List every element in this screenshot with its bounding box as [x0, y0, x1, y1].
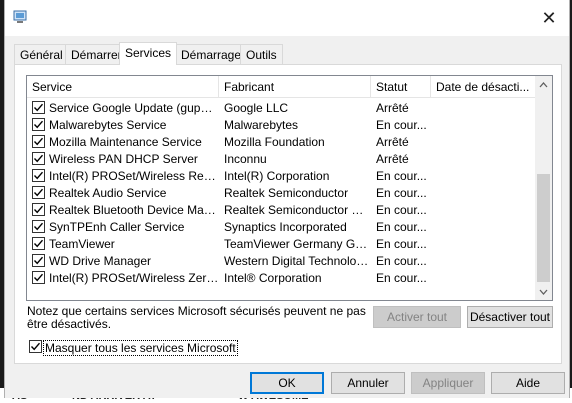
close-icon: ✕	[541, 7, 557, 28]
service-checkbox[interactable]	[32, 169, 45, 182]
column-header-fabricant[interactable]: Fabricant	[219, 76, 371, 98]
apply-button[interactable]: Appliquer	[411, 372, 485, 394]
msconfig-app-icon	[13, 10, 27, 24]
service-status: En cour...	[376, 254, 427, 268]
table-row[interactable]: SynTPEnh Caller Service Synaptics Incorpo…	[27, 218, 535, 235]
service-status: En cour...	[376, 220, 427, 234]
scroll-down-button[interactable]	[535, 283, 552, 300]
service-checkbox[interactable]	[32, 135, 45, 148]
service-status: En cour...	[376, 118, 427, 132]
service-status: En cour...	[376, 186, 427, 200]
checkmark-icon	[33, 205, 44, 214]
service-name: Realtek Audio Service	[49, 186, 167, 200]
service-maker: Intel(R) Corporation	[224, 169, 330, 183]
service-checkbox[interactable]	[32, 152, 45, 165]
service-checkbox[interactable]	[32, 118, 45, 131]
table-row[interactable]: Realtek Audio Service Realtek Semiconduct…	[27, 184, 535, 201]
service-maker: Google LLC	[224, 101, 289, 115]
checkmark-icon	[33, 103, 44, 112]
service-name: TeamViewer	[49, 237, 115, 251]
service-status: En cour...	[376, 237, 427, 251]
service-name: Malwarebytes Service	[49, 118, 167, 132]
service-maker: Intel® Corporation	[224, 271, 322, 285]
ok-button[interactable]: OK	[250, 372, 324, 394]
tab-general[interactable]: Général	[14, 44, 69, 64]
scroll-thumb[interactable]	[537, 174, 550, 282]
service-name: SynTPEnh Caller Service	[49, 220, 185, 234]
service-name: Intel(R) PROSet/Wireless Zero C...	[49, 271, 219, 285]
checkmark-icon	[30, 342, 41, 351]
table-row[interactable]: Service Google Update (gupdatem) Google L…	[27, 99, 535, 116]
service-status: En cour...	[376, 169, 427, 183]
chevron-up-icon	[539, 81, 548, 87]
scroll-up-button[interactable]	[535, 76, 552, 93]
checkmark-icon	[33, 188, 44, 197]
table-row[interactable]: Intel(R) PROSet/Wireless Regist... Intel(…	[27, 167, 535, 184]
service-checkbox[interactable]	[32, 271, 45, 284]
system-configuration-dialog: ✕ Général Démarrer Services Démarrage Ou…	[4, 0, 570, 398]
column-header-service[interactable]: Service	[27, 76, 219, 98]
service-maker: Mozilla Foundation	[224, 135, 325, 149]
table-row[interactable]: WD Drive Manager Western Digital Technolo…	[27, 252, 535, 269]
hide-microsoft-services-label: Masquer tous les services Microsoft	[43, 340, 238, 356]
service-name: Mozilla Maintenance Service	[49, 135, 202, 149]
service-checkbox[interactable]	[32, 220, 45, 233]
service-status: En cour...	[376, 271, 427, 285]
dialog-footer: OK Annuler Appliquer Aide	[5, 364, 569, 398]
table-row[interactable]: TeamViewer TeamViewer Germany GmbH En cour…	[27, 235, 535, 252]
service-name: WD Drive Manager	[49, 254, 152, 268]
checkmark-icon	[33, 120, 44, 129]
checkmark-icon	[33, 273, 44, 282]
table-row[interactable]: Realtek Bluetooth Device Manag... Realtek…	[27, 201, 535, 218]
column-header-date[interactable]: Date de désacti...	[431, 76, 535, 98]
chevron-down-icon	[539, 289, 548, 295]
close-button[interactable]: ✕	[529, 0, 569, 36]
title-bar: ✕	[5, 0, 569, 36]
help-button[interactable]: Aide	[491, 372, 565, 394]
service-maker: Synaptics Incorporated	[224, 220, 347, 234]
tab-services[interactable]: Services	[119, 42, 178, 65]
service-status: En cour...	[376, 203, 427, 217]
tab-outils[interactable]: Outils	[240, 44, 283, 64]
service-name: Intel(R) PROSet/Wireless Regist...	[49, 169, 219, 183]
service-name: Service Google Update (gupdatem)	[49, 101, 219, 115]
service-checkbox[interactable]	[32, 254, 45, 267]
table-row[interactable]: Mozilla Maintenance Service Mozilla Found…	[27, 133, 535, 150]
microsoft-services-note: Notez que certains services Microsoft sé…	[27, 304, 366, 331]
checkmark-icon	[33, 239, 44, 248]
service-maker: Malwarebytes	[224, 118, 299, 132]
service-checkbox[interactable]	[32, 203, 45, 216]
service-checkbox[interactable]	[32, 101, 45, 114]
table-row[interactable]: Intel(R) PROSet/Wireless Zero C... Intel®…	[27, 269, 535, 286]
checkbox[interactable]	[29, 340, 42, 353]
service-name: Wireless PAN DHCP Server	[49, 152, 198, 166]
services-panel: Service Fabricant Statut Date de désacti…	[14, 64, 562, 364]
table-row[interactable]: Malwarebytes Service Malwarebytes En cour.…	[27, 116, 535, 133]
checkmark-icon	[33, 154, 44, 163]
service-status: Arrêté	[376, 101, 409, 115]
service-status: Arrêté	[376, 135, 409, 149]
enable-all-button[interactable]: Activer tout	[373, 306, 461, 328]
service-maker: TeamViewer Germany GmbH	[224, 237, 369, 251]
service-maker: Realtek Semiconductor	[224, 186, 349, 200]
vertical-scrollbar[interactable]	[535, 76, 552, 300]
cancel-button[interactable]: Annuler	[331, 372, 405, 394]
checkmark-icon	[33, 171, 44, 180]
list-header: Service Fabricant Statut Date de désacti…	[27, 76, 535, 98]
checkmark-icon	[33, 222, 44, 231]
column-header-statut[interactable]: Statut	[371, 76, 431, 98]
checkmark-icon	[33, 256, 44, 265]
service-maker: Realtek Semiconductor Corp.	[224, 203, 369, 217]
service-checkbox[interactable]	[32, 186, 45, 199]
service-status: Arrêté	[376, 152, 409, 166]
service-maker: Western Digital Technologi...	[224, 254, 369, 268]
service-checkbox[interactable]	[32, 237, 45, 250]
service-maker: Inconnu	[224, 152, 267, 166]
checkmark-icon	[33, 137, 44, 146]
table-row[interactable]: Wireless PAN DHCP Server Inconnu Arrêté	[27, 150, 535, 167]
disable-all-button[interactable]: Désactiver tout	[467, 306, 553, 328]
services-list[interactable]: Service Fabricant Statut Date de désacti…	[26, 75, 553, 301]
tab-demarrage[interactable]: Démarrage	[175, 44, 248, 64]
service-name: Realtek Bluetooth Device Manag...	[49, 203, 219, 217]
